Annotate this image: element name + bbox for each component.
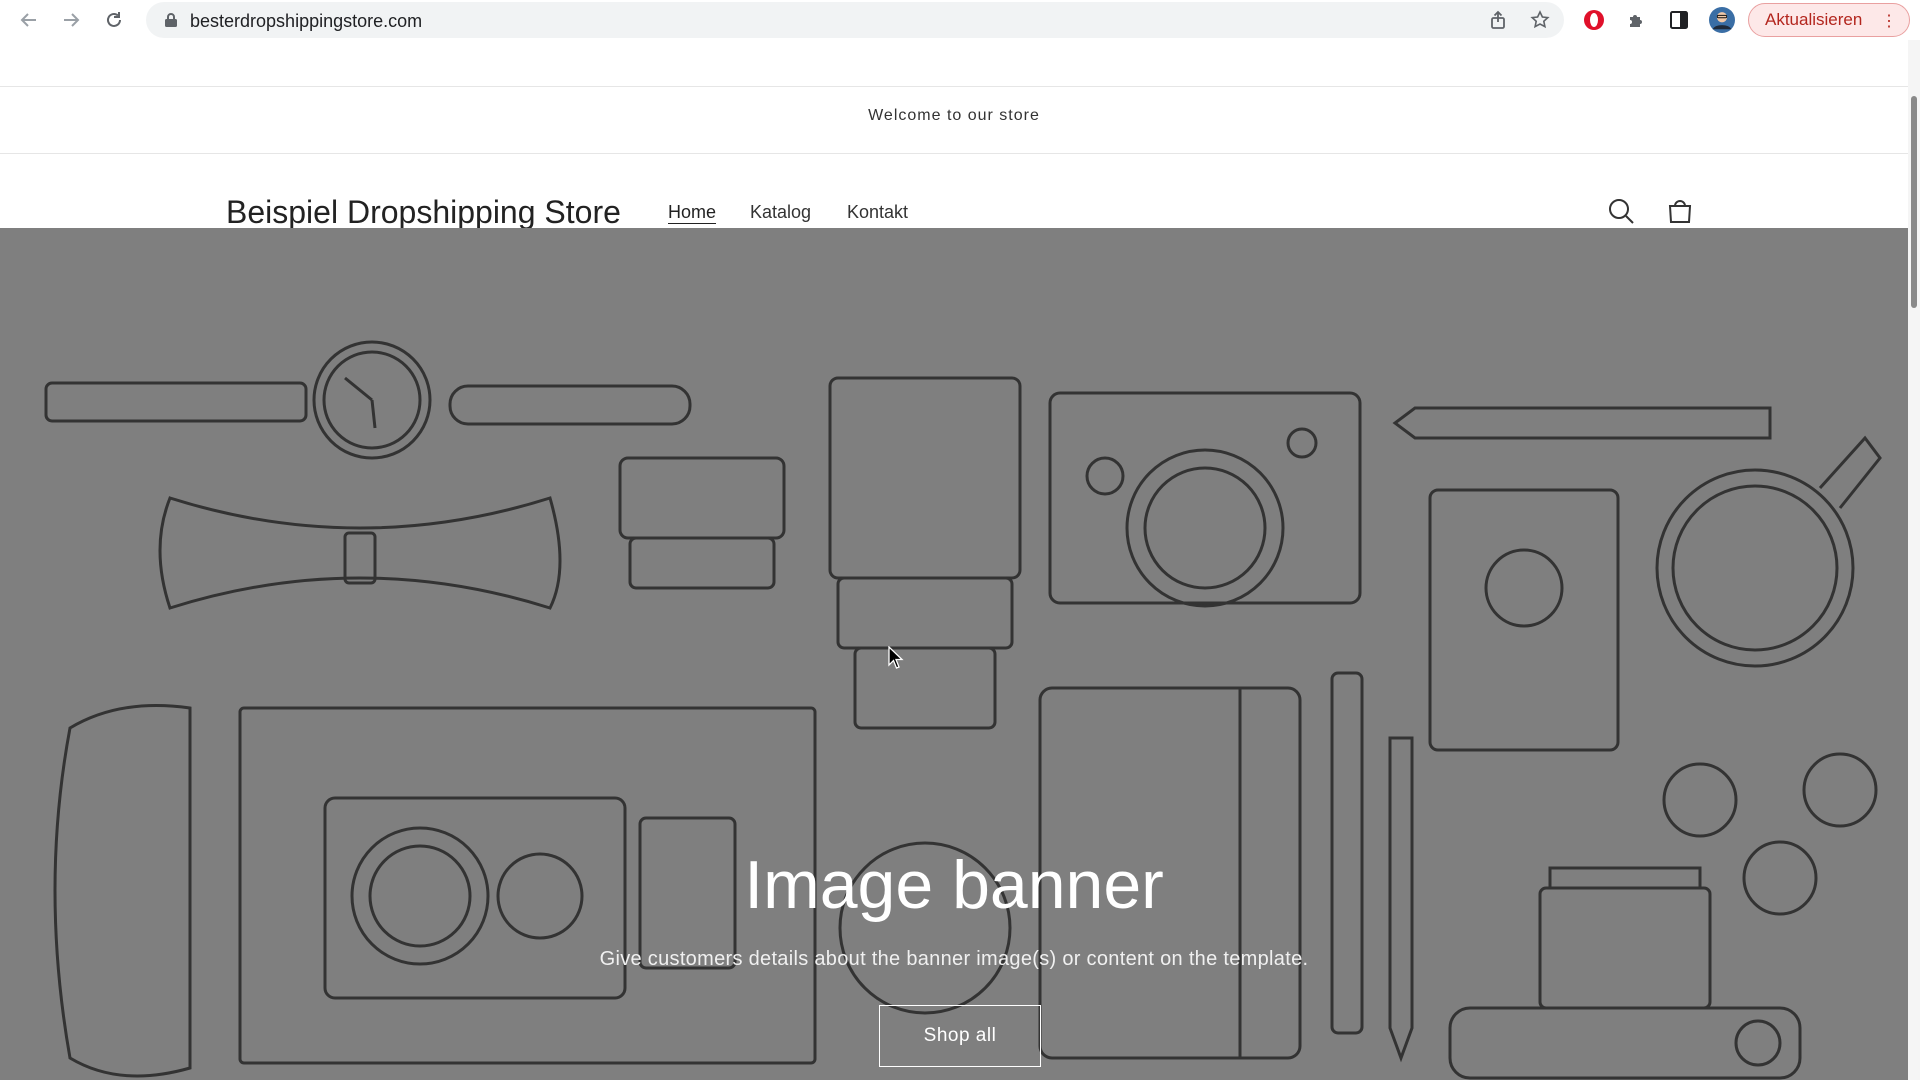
- reload-icon[interactable]: [101, 7, 127, 33]
- mouse-cursor-icon: [888, 645, 904, 675]
- nav-katalog[interactable]: Katalog: [750, 202, 811, 223]
- back-icon[interactable]: [16, 7, 42, 33]
- nav-kontakt[interactable]: Kontakt: [847, 202, 908, 223]
- banner-subtitle: Give customers details about the banner …: [599, 948, 1309, 970]
- avatar[interactable]: [1709, 7, 1735, 33]
- address-bar[interactable]: besterdropshippingstore.com: [146, 2, 1564, 38]
- sidebar-icon[interactable]: [1666, 7, 1692, 33]
- update-label: Aktualisieren: [1765, 10, 1863, 29]
- announcement-bar: Welcome to our store: [0, 86, 1908, 154]
- url-text: besterdropshippingstore.com: [190, 11, 423, 31]
- nav-home[interactable]: Home: [668, 202, 716, 223]
- store-page: Welcome to our store Beispiel Dropshippi…: [0, 40, 1920, 1080]
- forward-icon[interactable]: [58, 7, 84, 33]
- star-icon[interactable]: [1529, 9, 1551, 31]
- image-banner: Image banner Give customers details abou…: [0, 228, 1908, 1080]
- more-icon[interactable]: ⋮: [1881, 11, 1897, 31]
- opera-icon[interactable]: [1581, 7, 1607, 33]
- update-button[interactable]: Aktualisieren ⋮: [1748, 3, 1910, 37]
- page-scrollbar[interactable]: [1908, 40, 1920, 1080]
- puzzle-icon[interactable]: [1624, 7, 1650, 33]
- shop-all-button[interactable]: Shop all: [879, 1005, 1041, 1067]
- lock-icon: [164, 12, 178, 33]
- browser-toolbar: besterdropshippingstore.com Aktualisiere…: [0, 0, 1920, 40]
- store-logo[interactable]: Beispiel Dropshipping Store: [226, 194, 621, 231]
- cart-icon[interactable]: [1663, 194, 1697, 228]
- announcement-text: Welcome to our store: [868, 107, 1040, 124]
- search-icon[interactable]: [1604, 194, 1638, 228]
- scrollbar-thumb[interactable]: [1911, 96, 1917, 308]
- share-icon[interactable]: [1487, 9, 1509, 31]
- banner-title: Image banner: [744, 847, 1164, 923]
